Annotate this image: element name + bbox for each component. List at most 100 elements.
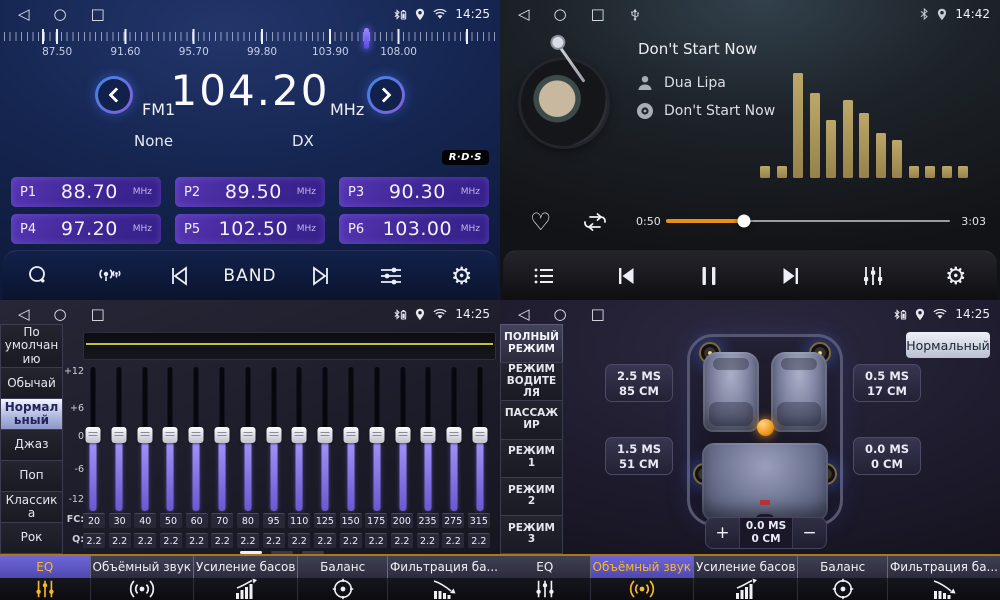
slider-handle[interactable] (240, 427, 255, 443)
eq-band-slider[interactable] (188, 365, 204, 515)
next-track-button[interactable] (768, 257, 814, 295)
album-art-disc[interactable] (521, 60, 607, 146)
eq-band-slider[interactable] (472, 365, 488, 515)
preset-button[interactable]: P6 103.00 MHz (339, 214, 489, 244)
seek-bar-thumb[interactable] (737, 215, 750, 228)
nav-recents-icon[interactable]: □ (91, 307, 105, 322)
rear-left-delay-button[interactable]: 1.5 MS 51 CM (605, 437, 673, 475)
previous-station-button[interactable] (156, 257, 202, 295)
tab-surround[interactable]: Объёмный звук (90, 556, 194, 600)
slider-handle[interactable] (318, 427, 333, 443)
eq-preset-rock[interactable]: Рок (0, 522, 63, 554)
delay-decrease-button[interactable]: − (793, 518, 826, 548)
listening-position-marker[interactable] (757, 419, 774, 436)
mode-full[interactable]: ПОЛНЫЙ РЕЖИМ (500, 324, 563, 362)
slider-handle[interactable] (421, 427, 436, 443)
slider-handle[interactable] (447, 427, 462, 443)
preset-button[interactable]: P5 102.50 MHz (175, 214, 325, 244)
mode-passenger[interactable]: ПАССАЖИР (500, 400, 563, 438)
rear-right-delay-button[interactable]: 0.0 MS 0 CM (853, 437, 921, 475)
nav-recents-icon[interactable]: □ (591, 307, 605, 322)
slider-handle[interactable] (111, 427, 126, 443)
eq-preset-default[interactable]: По умолчанию (0, 324, 63, 367)
slider-handle[interactable] (369, 427, 384, 443)
slider-handle[interactable] (472, 427, 487, 443)
mode-custom-3[interactable]: РЕЖИМ 3 (500, 515, 563, 554)
audio-settings-button[interactable] (368, 257, 414, 295)
tab-bass-boost[interactable]: Усиление басов (193, 556, 297, 600)
eq-band-slider[interactable] (317, 365, 333, 515)
pause-button[interactable] (686, 257, 732, 295)
slider-handle[interactable] (86, 427, 101, 443)
nav-home-icon[interactable]: ○ (554, 307, 567, 322)
nav-home-icon[interactable]: ○ (54, 307, 67, 322)
slider-handle[interactable] (343, 427, 358, 443)
mode-driver[interactable]: РЕЖИМ ВОДИТЕЛЯ (500, 362, 563, 400)
next-station-button[interactable] (298, 257, 344, 295)
front-left-delay-button[interactable]: 2.5 MS 85 CM (605, 364, 673, 402)
preset-button[interactable]: P2 89.50 MHz (175, 177, 325, 207)
delay-increase-button[interactable]: + (706, 518, 739, 548)
tune-up-button[interactable] (367, 76, 405, 114)
mode-custom-2[interactable]: РЕЖИМ 2 (500, 477, 563, 515)
tab-filter[interactable]: Фильтрация ба... (387, 556, 500, 600)
tab-balance[interactable]: Баланс (797, 556, 887, 600)
nav-back-icon[interactable]: ◁ (518, 7, 530, 22)
eq-band-slider[interactable] (395, 365, 411, 515)
eq-band-slider[interactable] (369, 365, 385, 515)
tab-bass-boost[interactable]: Усиление басов (693, 556, 797, 600)
settings-button[interactable]: ⚙ (933, 257, 979, 295)
eq-band-slider[interactable] (162, 365, 178, 515)
nav-recents-icon[interactable]: □ (591, 7, 605, 22)
tab-eq[interactable]: EQ (500, 556, 590, 600)
slider-handle[interactable] (266, 427, 281, 443)
eq-band-slider[interactable] (291, 365, 307, 515)
nav-back-icon[interactable]: ◁ (518, 307, 530, 322)
tab-surround[interactable]: Объёмный звук (590, 556, 694, 600)
preset-button[interactable]: P4 97.20 MHz (11, 214, 161, 244)
aps-button[interactable] (86, 257, 132, 295)
frequency-scale[interactable]: 87.5091.6095.7099.80103.90108.00 (4, 29, 496, 59)
eq-preset-jazz[interactable]: Джаз (0, 429, 63, 460)
slider-handle[interactable] (292, 427, 307, 443)
eq-preset-custom[interactable]: Обычай (0, 367, 63, 398)
slider-handle[interactable] (214, 427, 229, 443)
mode-custom-1[interactable]: РЕЖИМ 1 (500, 439, 563, 477)
eq-preset-pop[interactable]: Поп (0, 460, 63, 491)
preset-button[interactable]: P1 88.70 MHz (11, 177, 161, 207)
preset-button[interactable]: P3 90.30 MHz (339, 177, 489, 207)
equalizer-button[interactable] (850, 257, 896, 295)
eq-band-slider[interactable] (420, 365, 436, 515)
slider-handle[interactable] (395, 427, 410, 443)
eq-band-slider[interactable] (137, 365, 153, 515)
front-right-delay-button[interactable]: 0.5 MS 17 CM (853, 364, 921, 402)
band-button[interactable]: BAND (227, 257, 273, 295)
tab-balance[interactable]: Баланс (297, 556, 387, 600)
slider-handle[interactable] (137, 427, 152, 443)
eq-preset-classic[interactable]: Классика (0, 491, 63, 522)
playlist-button[interactable] (521, 257, 567, 295)
nav-home-icon[interactable]: ○ (54, 7, 67, 22)
eq-band-slider[interactable] (85, 365, 101, 515)
nav-recents-icon[interactable]: □ (91, 7, 105, 22)
eq-preset-normal[interactable]: Нормальный (0, 398, 63, 429)
eq-band-slider[interactable] (446, 365, 462, 515)
eq-band-slider[interactable] (240, 365, 256, 515)
eq-band-slider[interactable] (214, 365, 230, 515)
eq-band-slider[interactable] (343, 365, 359, 515)
sound-profile-button[interactable]: Нормальный (906, 332, 990, 358)
eq-band-slider[interactable] (266, 365, 282, 515)
nav-back-icon[interactable]: ◁ (18, 307, 30, 322)
seek-bar[interactable] (666, 220, 950, 222)
nav-back-icon[interactable]: ◁ (18, 7, 30, 22)
slider-handle[interactable] (189, 427, 204, 443)
tab-filter[interactable]: Фильтрация ба... (887, 556, 1000, 600)
previous-track-button[interactable] (603, 257, 649, 295)
tab-eq[interactable]: EQ (0, 556, 90, 600)
nav-home-icon[interactable]: ○ (554, 7, 567, 22)
settings-button[interactable]: ⚙ (439, 257, 485, 295)
slider-handle[interactable] (163, 427, 178, 443)
favorite-button[interactable]: ♡ (530, 208, 552, 236)
eq-band-slider[interactable] (111, 365, 127, 515)
repeat-button[interactable] (582, 210, 608, 238)
